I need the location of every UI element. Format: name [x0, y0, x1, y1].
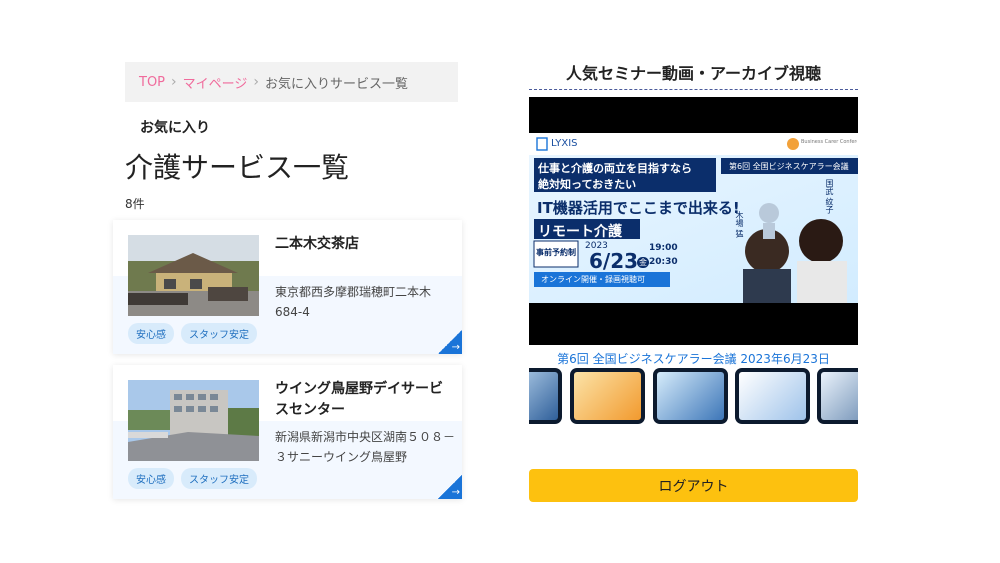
card-link-arrow[interactable]: →: [438, 475, 462, 499]
speaker-name-1: 国武 紋子: [825, 179, 834, 214]
breadcrumb-current: お気に入りサービス一覧: [264, 76, 408, 92]
seminar-video-player[interactable]: LYXIS Business Carer Conference 仕事と介護の両立…: [529, 97, 858, 345]
page-subtitle: お気に入り: [140, 120, 210, 136]
video-thumbnail[interactable]: [735, 368, 810, 424]
service-address: 新潟県新潟市中央区湖南５０８－３サニーウイング鳥屋野: [275, 430, 456, 464]
lyxis-logo: LYXIS: [551, 138, 578, 149]
card-link-arrow[interactable]: →: [438, 330, 462, 354]
breadcrumb-top-link[interactable]: TOP: [139, 75, 165, 90]
service-photo: [128, 235, 259, 316]
video-title-1: IT機器活用でここまで出来る!: [537, 199, 740, 217]
video-poster: LYXIS Business Carer Conference 仕事と介護の両立…: [529, 133, 858, 303]
service-card[interactable]: ウイング鳥屋野デイサービスセンター 新潟県新潟市中央区湖南５０８－３サニーウイン…: [113, 365, 462, 499]
video-caption-link[interactable]: 第6回 全国ビジネスケアラー会議 2023年6月23日: [529, 350, 858, 367]
video-reservation: 事前予約制: [536, 248, 576, 257]
breadcrumb-mypage-link[interactable]: マイページ: [183, 73, 248, 92]
chevron-right-icon: ›: [253, 74, 259, 90]
service-name[interactable]: ウイング鳥屋野デイサービスセンター: [275, 379, 455, 421]
video-date: 6/23: [589, 249, 639, 273]
video-online-note: オンライン開催・録画視聴可: [541, 275, 645, 284]
chevron-right-icon: ›: [171, 74, 177, 90]
video-thumbnail-strip: [529, 368, 858, 424]
seminar-section-title: 人気セミナー動画・アーカイブ視聴: [565, 64, 822, 83]
section-divider: [529, 89, 858, 90]
tag-list: 安心感 スタッフ安定: [128, 468, 257, 489]
video-badge: 第6回 全国ビジネスケアラー会議: [729, 162, 849, 171]
video-time-end: 20:30: [649, 257, 678, 267]
speaker-name-2: 木場 猛: [735, 211, 744, 238]
arrow-right-icon: →: [451, 487, 460, 498]
conference-logo: Business Carer Conference: [801, 139, 857, 145]
video-time-start: 19:00: [649, 243, 678, 253]
service-card[interactable]: 二本木交茶店 東京都西多摩郡瑞穂町二本木684-4 安心感 スタッフ安定 →: [113, 220, 462, 354]
tag-badge: 安心感: [128, 468, 174, 489]
video-thumbnail[interactable]: [817, 368, 858, 424]
video-headline-2: 絶対知っておきたい: [538, 178, 637, 191]
service-address: 東京都西多摩郡瑞穂町二本木684-4: [275, 285, 432, 319]
video-thumbnail[interactable]: [570, 368, 645, 424]
tag-badge: 安心感: [128, 323, 174, 344]
video-weekday: 金: [637, 257, 649, 268]
breadcrumb: TOP › マイページ › お気に入りサービス一覧: [125, 62, 458, 102]
arrow-right-icon: →: [451, 342, 460, 353]
tag-badge: スタッフ安定: [181, 323, 257, 344]
video-thumbnail[interactable]: [529, 368, 562, 424]
page-title: 介護サービス一覧: [125, 151, 350, 184]
tag-list: 安心感 スタッフ安定: [128, 323, 257, 344]
service-photo: [128, 380, 259, 461]
logout-button[interactable]: ログアウト: [529, 469, 858, 502]
video-thumbnail[interactable]: [653, 368, 728, 424]
service-name[interactable]: 二本木交茶店: [275, 234, 455, 255]
video-headline-1: 仕事と介護の両立を目指すなら: [538, 162, 692, 175]
video-title-2: リモート介護: [538, 224, 622, 240]
tag-badge: スタッフ安定: [181, 468, 257, 489]
result-count: 8件: [125, 197, 145, 211]
